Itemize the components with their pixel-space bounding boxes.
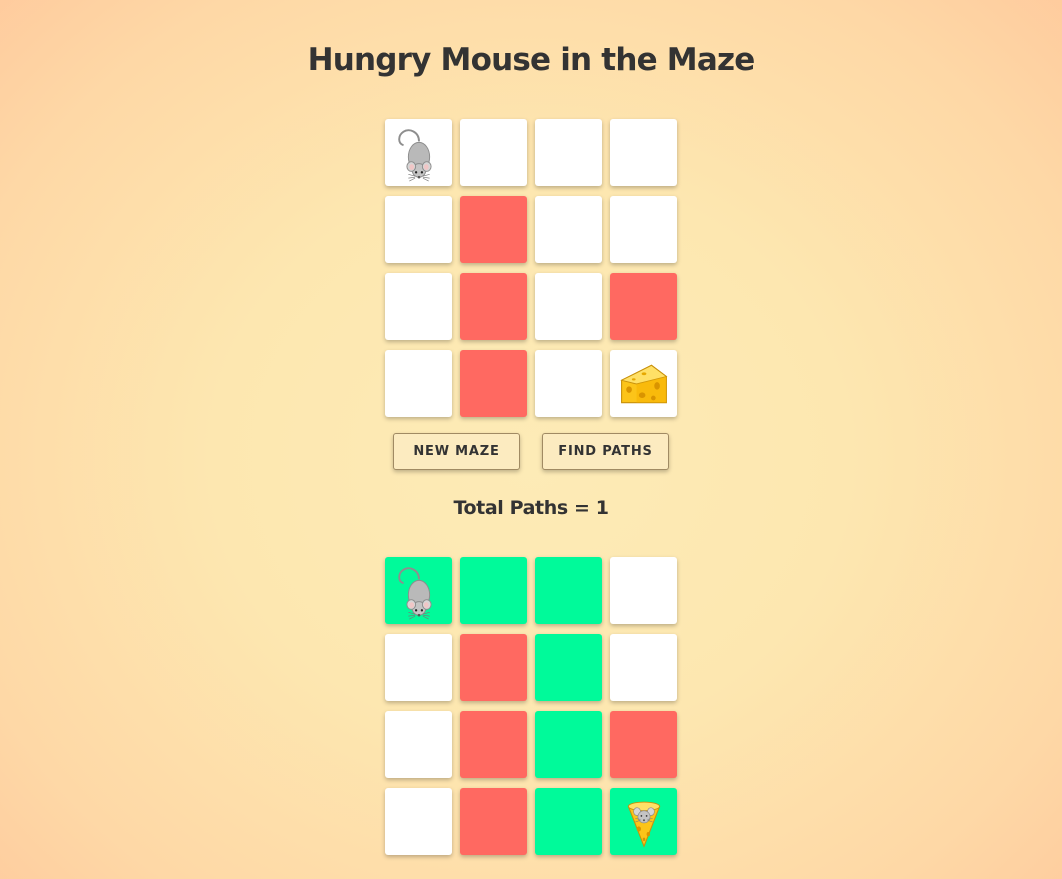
new-maze-button[interactable]: NEW MAZE <box>393 433 520 470</box>
maze-cell-0-3 <box>610 119 677 186</box>
maze-cell-1-2 <box>535 196 602 263</box>
maze-cell-3-3 <box>610 350 677 417</box>
solution-cell-2-2 <box>535 711 602 778</box>
solution-cell-1-3 <box>610 634 677 701</box>
solution-cell-0-0 <box>385 557 452 624</box>
button-bar: NEW MAZE FIND PATHS <box>393 433 669 470</box>
maze-cell-0-1 <box>460 119 527 186</box>
solution-cell-0-3 <box>610 557 677 624</box>
solution-cell-0-2 <box>535 557 602 624</box>
solution-cell-1-0 <box>385 634 452 701</box>
solution-cell-2-1 <box>460 711 527 778</box>
maze-cell-2-2 <box>535 273 602 340</box>
maze-cell-0-2 <box>535 119 602 186</box>
solution-cell-3-1 <box>460 788 527 855</box>
mouse-icon <box>390 124 448 182</box>
solution-cell-2-3 <box>610 711 677 778</box>
maze-grid <box>385 119 677 417</box>
solution-cell-1-1 <box>460 634 527 701</box>
maze-cell-3-2 <box>535 350 602 417</box>
maze-cell-3-0 <box>385 350 452 417</box>
maze-cell-2-1 <box>460 273 527 340</box>
find-paths-button[interactable]: FIND PATHS <box>542 433 669 470</box>
solution-cell-1-2 <box>535 634 602 701</box>
total-paths-label: Total Paths = 1 <box>453 497 609 519</box>
mouse-icon <box>390 562 448 620</box>
solution-cell-3-3 <box>610 788 677 855</box>
maze-cell-0-0 <box>385 119 452 186</box>
cheese-icon <box>616 356 672 412</box>
solution-cell-3-2 <box>535 788 602 855</box>
solution-cell-2-0 <box>385 711 452 778</box>
solution-grid <box>385 557 677 855</box>
solution-cell-0-1 <box>460 557 527 624</box>
maze-cell-3-1 <box>460 350 527 417</box>
maze-cell-2-0 <box>385 273 452 340</box>
mouse-in-cheese-icon <box>618 796 670 848</box>
solution-cell-3-0 <box>385 788 452 855</box>
page-title: Hungry Mouse in the Maze <box>307 42 756 78</box>
maze-cell-1-1 <box>460 196 527 263</box>
maze-cell-1-3 <box>610 196 677 263</box>
maze-cell-1-0 <box>385 196 452 263</box>
maze-cell-2-3 <box>610 273 677 340</box>
